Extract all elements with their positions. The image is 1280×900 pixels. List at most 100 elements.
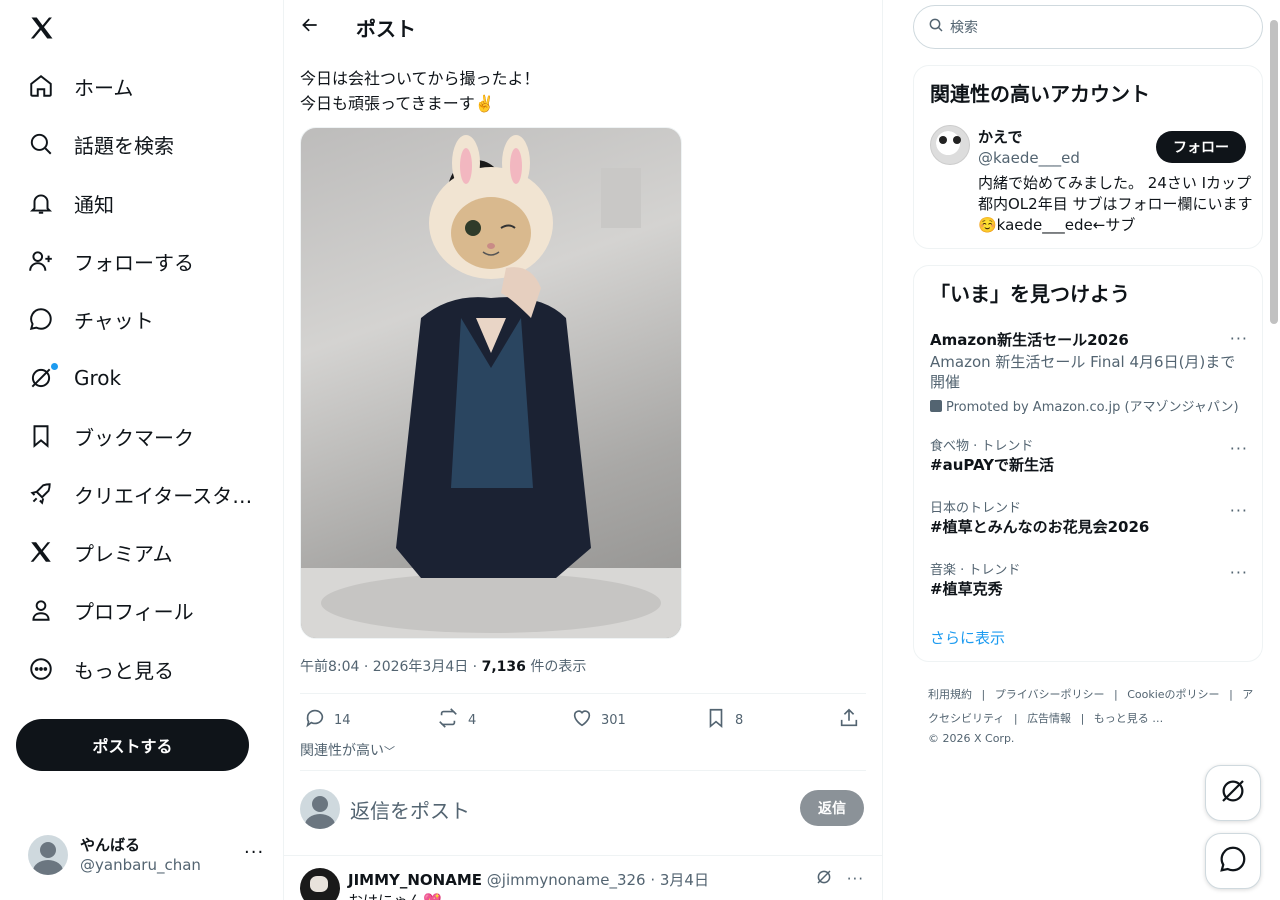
chat-fab[interactable] [1205,833,1261,889]
reply-meta: @jimmynoname_326 · 3月4日 [482,871,709,889]
more-dots-icon[interactable]: ··· [1230,439,1248,458]
trend-title: #植草克秀 [930,580,1003,598]
grok-icon [1218,776,1248,810]
repost-count: 4 [468,712,477,728]
bookmark-count: 8 [735,712,744,728]
nav-item-more[interactable]: もっと見る [28,649,174,689]
trends-card: 「いま」を見つけよう Amazon新生活セール2026 Amazon 新生活セー… [913,265,1263,662]
nav-item-explore[interactable]: 話題を検索 [28,124,174,164]
nav-item-home[interactable]: ホーム [28,66,133,106]
more-dots-icon[interactable]: ··· [1230,501,1248,520]
footer-link[interactable]: プライバシーポリシー [995,688,1105,701]
search-box[interactable]: 検索 [913,5,1263,49]
search-icon [928,17,944,37]
scrollbar[interactable] [1270,20,1278,324]
nav-item-notifications[interactable]: 通知 [28,183,114,223]
trend-item[interactable]: 食べ物 · トレンド #auPAYで新生活 ··· [930,435,1248,475]
footer-sep: | [1114,688,1118,701]
footer-sep: | [1080,712,1085,725]
x-icon [28,539,54,565]
nav-label: もっと見る [74,658,174,683]
trend-item[interactable]: 音楽 · トレンド #植草克秀 ··· [930,559,1248,599]
footer-link[interactable]: もっと見る … [1094,712,1164,725]
post-text: 今日は会社ついてから撮ったよ！ 今日も頑張ってきまーす✌️ [300,66,540,116]
follow-button[interactable]: フォロー [1156,131,1246,163]
avatar[interactable] [300,868,340,900]
avatar [300,789,340,829]
like-action[interactable]: 301 [571,707,626,733]
nav-label: プレミアム [74,541,173,566]
reply-sort-dropdown[interactable]: 関連性が高い﹀ [300,740,395,760]
account-handle: @yanbaru_chan [80,856,201,874]
like-count: 301 [601,712,626,728]
bookmark-icon [705,707,727,733]
grok-icon [28,363,58,391]
show-more-link[interactable]: さらに表示 [930,627,1005,648]
reply-icons: ··· [815,868,864,890]
post-text-line: 今日は会社ついてから撮ったよ！ [300,69,540,88]
notification-dot [51,363,58,370]
chevron-down-icon: ﹀ [384,745,395,758]
nav-label: プロフィール [74,599,194,624]
reply-action[interactable]: 14 [304,707,351,733]
bell-icon [28,190,54,216]
promo-desc: Amazon 新生活セール Final 4月6日(月)まで開催 [930,353,1236,391]
back-arrow-icon[interactable] [300,15,320,39]
left-nav: ホーム 話題を検索 通知 フォローする チャット Grok ブックマーク クリエ… [0,0,284,900]
home-icon [28,73,54,99]
post-timestamp: 午前8:04 · 2026年3月4日 · 7,136 件の表示 [300,656,586,676]
grok-fab[interactable] [1205,765,1261,821]
bookmark-icon [28,423,54,449]
view-label: 件の表示 [525,659,587,675]
nav-item-creator-studio[interactable]: クリエイタースタ… [28,474,252,514]
search-input[interactable]: 検索 [950,17,978,37]
grok-icon[interactable] [815,868,833,890]
nav-item-profile[interactable]: プロフィール [28,590,194,630]
x-logo-icon[interactable] [28,14,56,46]
view-count: 7,136 [481,659,526,675]
account-switcher[interactable]: やんばる @yanbaru_chan ··· [28,830,268,880]
more-circle-icon [28,656,54,682]
trend-meta: 音楽 · トレンド [930,563,1021,578]
footer-link[interactable]: 利用規約 [928,688,972,701]
right-sidebar: 検索 関連性の高いアカウント かえで @kaede___ed フォロー 内緒で始… [883,0,1280,900]
nav-item-bookmarks[interactable]: ブックマーク [28,416,194,456]
footer-link[interactable]: Cookieのポリシー [1127,688,1219,701]
sort-label: 関連性が高い [300,743,384,759]
reply-count: 14 [334,712,351,728]
account-handle: @kaede___ed [978,149,1080,167]
reply-composer: 返信をポスト 返信 [300,789,864,829]
footer-sep: | [1229,688,1233,701]
nav-item-premium[interactable]: プレミアム [28,532,173,572]
share-action[interactable] [838,707,860,733]
divider [300,693,866,694]
nav-item-follow[interactable]: フォローする [28,241,194,281]
post-image[interactable] [300,127,682,639]
promo-trend[interactable]: Amazon新生活セール2026 Amazon 新生活セール Final 4月6… [930,329,1248,415]
reply-button[interactable]: 返信 [800,790,864,826]
promo-title: Amazon新生活セール2026 [930,331,1129,349]
reply-author-name[interactable]: JIMMY_NONAME [348,871,482,889]
trend-item[interactable]: 日本のトレンド #植草とみんなのお花見会2026 ··· [930,497,1248,537]
post-button[interactable]: ポストする [16,719,249,771]
nav-item-grok[interactable]: Grok [28,358,121,398]
more-dots-icon[interactable]: ··· [1230,563,1248,582]
repost-action[interactable]: 4 [436,707,476,733]
avatar[interactable] [930,125,970,165]
promo-by-label: Promoted by Amazon.co.jp (アマゾンジャパン) [946,400,1239,415]
account-name[interactable]: かえで [978,126,1023,147]
nav-item-chat[interactable]: チャット [28,299,154,339]
nav-label: 話題を検索 [74,133,174,158]
card-title: 「いま」を見つけよう [930,282,1130,306]
trend-title: #植草とみんなのお花見会2026 [930,518,1150,536]
more-dots-icon[interactable]: ··· [244,842,264,863]
reply-input[interactable]: 返信をポスト [350,795,470,824]
post-time[interactable]: 午前8:04 · 2026年3月4日 · [300,659,482,675]
nav-label: ブックマーク [74,425,194,450]
more-dots-icon[interactable]: ··· [1230,329,1248,348]
more-dots-icon[interactable]: ··· [847,870,864,888]
bookmark-action[interactable]: 8 [705,707,743,733]
share-icon [838,707,860,733]
chat-icon [28,306,54,332]
footer-link[interactable]: 広告情報 [1027,712,1071,725]
